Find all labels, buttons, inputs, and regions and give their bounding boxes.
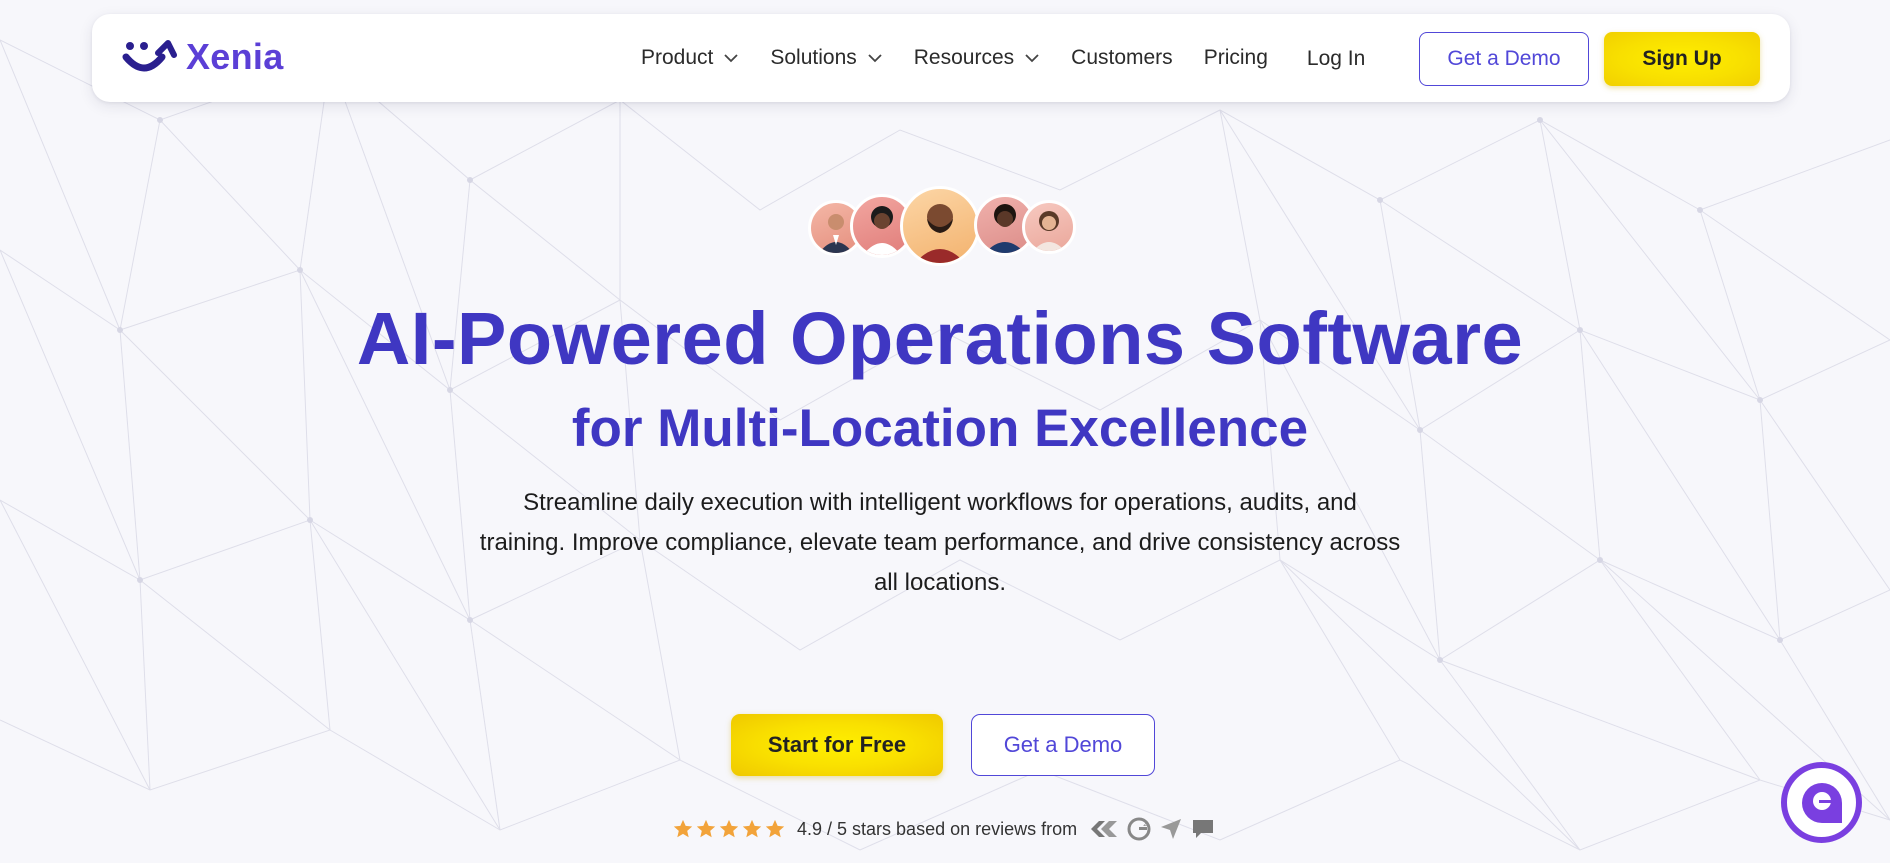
get-demo-button-nav[interactable]: Get a Demo	[1419, 32, 1589, 86]
nav-item-customers[interactable]: Customers	[1071, 46, 1173, 70]
customer-avatars	[808, 186, 1076, 272]
software-advice-icon[interactable]	[1191, 818, 1215, 840]
hero-description-line: all locations.	[873, 569, 1007, 596]
hero-subtitle: for Multi-Location Excellence	[571, 399, 1309, 458]
star-icon	[696, 819, 716, 838]
getapp-icon[interactable]	[1159, 817, 1183, 841]
chat-launcher-button[interactable]	[1781, 762, 1862, 843]
xenia-logo-icon	[122, 40, 177, 72]
start-for-free-button[interactable]: Start for Free	[731, 714, 943, 776]
nav-item-label: Pricing	[1203, 46, 1268, 69]
nav-item-pricing[interactable]: Pricing	[1204, 46, 1268, 70]
nav-item-solutions[interactable]: Solutions	[770, 46, 882, 70]
nav-item-label: Customers	[1071, 46, 1173, 69]
nav-item-label: Solutions	[770, 46, 857, 69]
page: Xenia Product Solutions Resources Custom…	[0, 0, 1890, 863]
hero-description-line: Streamline daily execution with intellig…	[523, 489, 1357, 516]
star-icon	[765, 819, 785, 838]
capterra-icon[interactable]	[1089, 818, 1119, 840]
avatar	[1022, 200, 1076, 254]
avatar	[900, 186, 980, 266]
g2-icon[interactable]: 2	[1127, 817, 1151, 841]
nav-item-resources[interactable]: Resources	[914, 46, 1040, 70]
nav-item-label: Product	[641, 46, 714, 69]
xenia-logo[interactable]: Xenia	[122, 36, 284, 78]
signup-button[interactable]: Sign Up	[1604, 32, 1760, 86]
rating-bar: 4.9 / 5 stars based on reviews from 2	[672, 816, 1223, 842]
hero-description-line: training. Improve compliance, elevate te…	[479, 529, 1401, 556]
hero-description: Streamline daily execution with intellig…	[440, 483, 1440, 603]
star-icon	[719, 819, 739, 838]
review-sources: 2	[1089, 817, 1223, 841]
chevron-down-icon	[724, 54, 739, 63]
star-icon	[742, 819, 762, 838]
chevron-down-icon	[868, 54, 882, 63]
hero-title: AI-Powered Operations Software	[356, 297, 1524, 380]
rating-text: 4.9 / 5 stars based on reviews from	[797, 818, 1078, 839]
star-icon	[673, 819, 693, 838]
chevron-down-icon	[1025, 54, 1039, 63]
svg-text:2: 2	[1143, 820, 1147, 828]
top-navbar: Xenia Product Solutions Resources Custom…	[92, 14, 1790, 102]
chat-icon	[1801, 782, 1842, 823]
brand-name: Xenia	[186, 36, 284, 77]
star-rating	[672, 818, 787, 840]
nav-item-label: Resources	[913, 46, 1015, 69]
login-link[interactable]: Log In	[1307, 47, 1365, 71]
nav-item-product[interactable]: Product	[641, 46, 739, 70]
get-demo-button[interactable]: Get a Demo	[971, 714, 1155, 776]
nav-links: Product Solutions Resources Customers Pr…	[641, 14, 1365, 102]
